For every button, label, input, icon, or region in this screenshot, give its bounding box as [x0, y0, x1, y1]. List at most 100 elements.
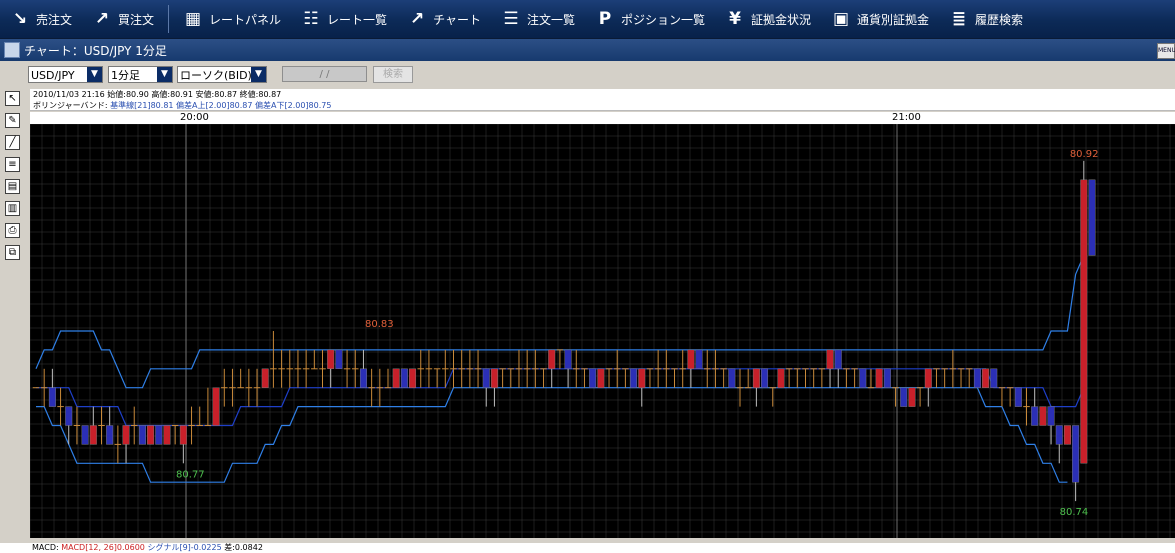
candle-body: [826, 349, 834, 369]
candle-body: [65, 406, 73, 426]
candle-body: [89, 425, 97, 445]
macd-hist: 差:0.0842: [224, 543, 263, 552]
time-tick-label: 20:00: [180, 112, 209, 123]
rate-list-label: レート一覧: [327, 12, 388, 27]
buy-order-label: 買注文: [118, 12, 155, 27]
position-list-label: ポジション一覧: [620, 12, 705, 27]
arrow-down-right-icon: ↘: [12, 9, 28, 29]
candle-body: [1014, 387, 1022, 407]
fibonacci-tool-icon[interactable]: ≡: [5, 157, 20, 172]
candle-body: [687, 349, 695, 369]
candle-body: [1047, 406, 1055, 426]
candle-body: [48, 387, 56, 407]
candle-body: [990, 368, 998, 388]
channel-tool-icon[interactable]: ▤: [5, 179, 20, 194]
currency-pair-select[interactable]: USD/JPY ▼: [28, 66, 103, 83]
time-tick-label: 21:00: [892, 112, 921, 123]
currency-margin-label: 通貨別証拠金: [857, 12, 930, 27]
order-list-button[interactable]: ☰ 注文一覧: [491, 0, 585, 38]
drawing-toolbox: ↖ ✎ ╱ ≡ ▤ ▥ ⎙ ⧉: [0, 89, 26, 553]
candle-body: [122, 425, 130, 445]
candle-body: [900, 387, 908, 407]
chart-controls: USD/JPY ▼ 1分足 ▼ ローソク(BID) ▼: [0, 61, 1175, 89]
candle-body: [490, 368, 498, 388]
indicator-tool-icon[interactable]: ▥: [5, 201, 20, 216]
candle-body: [155, 425, 163, 445]
ohlc-info: 2010/11/03 21:16 始値:80.90 高値:80.91 安値:80…: [30, 89, 1175, 100]
candle-body: [1039, 406, 1047, 426]
candle-body: [482, 368, 490, 388]
history-search-icon: ≣: [951, 9, 967, 29]
candle-body: [261, 368, 269, 388]
history-search-button[interactable]: ≣ 履歴検索: [939, 0, 1033, 38]
candle-body: [548, 349, 556, 369]
candle-body: [982, 368, 990, 388]
search-button[interactable]: 検索: [373, 66, 413, 83]
candle-body: [179, 425, 187, 445]
history-search-label: 履歴検索: [975, 12, 1024, 27]
time-axis: 20:00 21:00: [30, 112, 1175, 124]
candle-body: [973, 368, 981, 388]
candle-body: [908, 387, 916, 407]
candle-body: [638, 368, 646, 388]
order-list-label: 注文一覧: [526, 12, 575, 27]
trendline-tool-icon[interactable]: ╱: [5, 135, 20, 150]
toolbar-separator: [168, 5, 170, 33]
rate-panel-icon: ▦: [185, 9, 202, 29]
candle-body: [761, 368, 769, 388]
candle-body: [1055, 425, 1063, 445]
candlestick-chart[interactable]: 80.92 80.83 80.77 80.74: [30, 124, 1175, 538]
cursor-tool-icon[interactable]: ↖: [5, 91, 20, 106]
sell-order-button[interactable]: ↘ 売注文: [0, 0, 82, 38]
pencil-tool-icon[interactable]: ✎: [5, 113, 20, 128]
candle-body: [359, 368, 367, 388]
candle-body: [138, 425, 146, 445]
candle-body: [924, 368, 932, 388]
position-p-icon: P: [598, 9, 612, 29]
candle-body: [409, 368, 417, 388]
mid-high-price-label: 80.83: [365, 319, 394, 330]
chart-button[interactable]: ↗ チャート: [397, 0, 491, 38]
bollinger-mid: 基準線[21]80.81: [110, 101, 174, 110]
macd-signal: シグナル[9]-0.0225: [147, 543, 222, 552]
chevron-down-icon[interactable]: ▼: [87, 67, 102, 82]
timeframe-value: 1分足: [111, 69, 140, 82]
candle-body: [630, 368, 638, 388]
currency-margin-button[interactable]: ▣ 通貨別証拠金: [821, 0, 939, 38]
candle-body: [1031, 406, 1039, 426]
chart-canvas[interactable]: 80.92 80.83 80.77 80.74: [30, 124, 1175, 538]
window-menu-button[interactable]: MENU: [1157, 43, 1175, 59]
rate-panel-button[interactable]: ▦ レートパネル: [173, 0, 291, 38]
currency-pair-value: USD/JPY: [31, 69, 75, 82]
buy-order-button[interactable]: ↗ 買注文: [82, 0, 164, 38]
order-list-icon: ☰: [503, 9, 519, 29]
candle-body: [106, 425, 114, 445]
arrow-up-right-icon: ↗: [94, 9, 110, 29]
currency-margin-icon: ▣: [832, 9, 850, 29]
date-input[interactable]: / /: [282, 66, 367, 82]
chart-window-title-bar: チャート：USD/JPY 1分足 MENU: [0, 39, 1175, 61]
copy-icon[interactable]: ⧉: [5, 245, 20, 260]
chevron-down-icon[interactable]: ▼: [251, 67, 266, 82]
timeframe-select[interactable]: 1分足 ▼: [108, 66, 173, 83]
print-icon[interactable]: ⎙: [5, 223, 20, 238]
candle-body: [859, 368, 867, 388]
margin-status-label: 証拠金状況: [750, 12, 811, 27]
candle-body: [695, 349, 703, 369]
candle-body: [1063, 425, 1071, 445]
candle-body: [1080, 179, 1088, 464]
chevron-down-icon[interactable]: ▼: [157, 67, 172, 82]
candle-body: [81, 425, 89, 445]
main-toolbar: ↘ 売注文 ↗ 買注文 ▦ レートパネル ☷ レート一覧 ↗ チャート ☰ 注文…: [0, 0, 1175, 39]
chart-type-select[interactable]: ローソク(BID) ▼: [177, 66, 267, 83]
margin-status-button[interactable]: ¥ 証拠金状況: [715, 0, 821, 38]
macd-info: MACD: MACD[12, 26]0.0600 シグナル[9]-0.0225 …: [0, 543, 1175, 553]
sell-order-label: 売注文: [36, 12, 73, 27]
candle-body: [163, 425, 171, 445]
position-list-button[interactable]: P ポジション一覧: [585, 0, 715, 38]
chart-icon: ↗: [409, 9, 425, 29]
candle-body: [564, 349, 572, 369]
candle-body: [327, 349, 335, 369]
rate-list-button[interactable]: ☷ レート一覧: [291, 0, 397, 38]
chart-type-value: ローソク(BID): [180, 69, 252, 82]
